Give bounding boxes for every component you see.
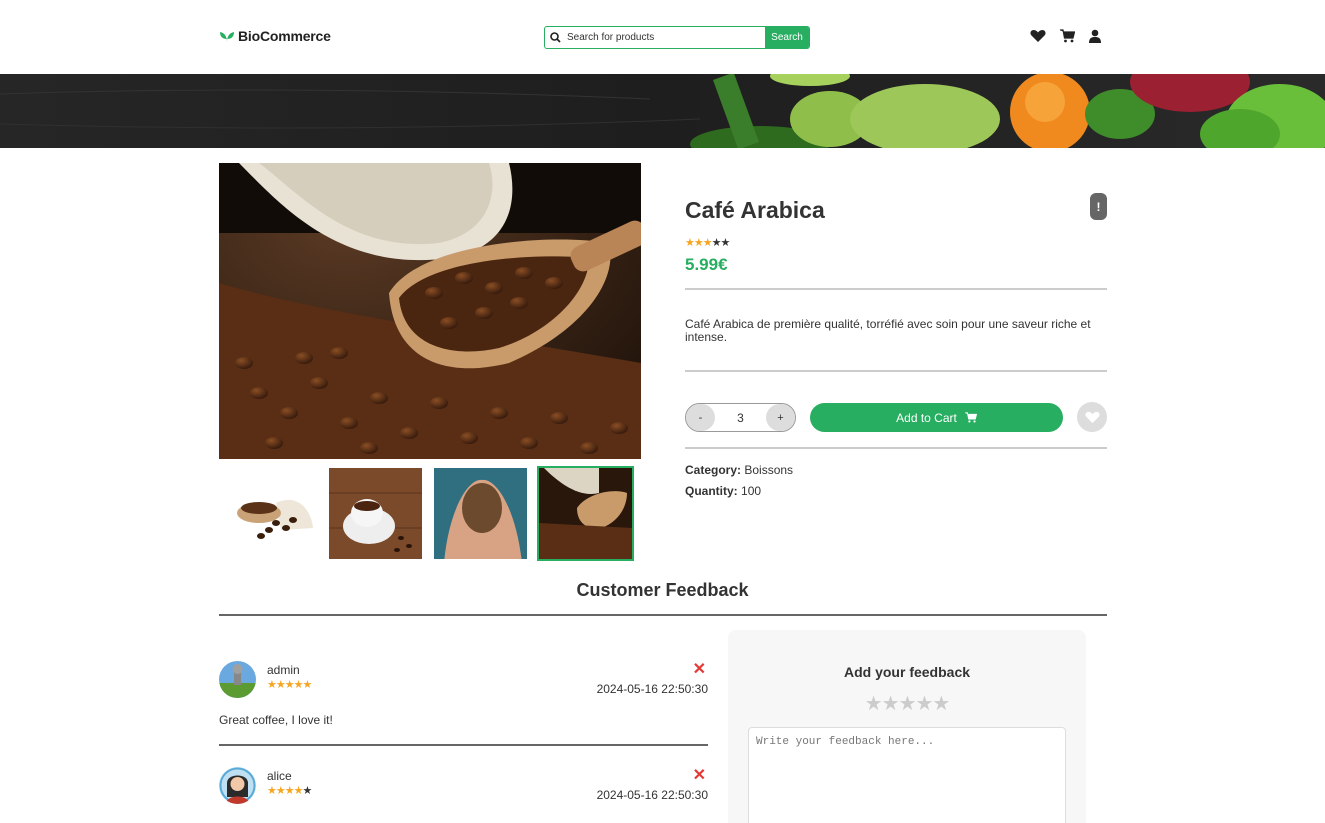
product-stock: Quantity: 100 (685, 484, 761, 498)
star-icon: ★ (267, 679, 277, 691)
review-username: alice (267, 769, 292, 783)
review-text: Great coffee, I love it! (219, 713, 333, 727)
delete-review-icon[interactable]: ✕ (693, 765, 706, 785)
product-category: Category: Boissons (685, 463, 793, 477)
add-to-cart-button[interactable]: Add to Cart (810, 403, 1063, 432)
star-icon: ★ (293, 679, 304, 691)
star-icon[interactable]: ★ (899, 693, 917, 715)
star-icon: ★ (702, 237, 713, 249)
search-icon (545, 27, 565, 48)
product-rating: ★★★★★ (685, 236, 731, 249)
review-rating: ★★★★★ (267, 784, 313, 797)
product-price: 5.99€ (685, 255, 728, 274)
review-date: 2024-05-16 22:50:30 (596, 682, 708, 696)
thumbnail-1[interactable] (219, 466, 319, 561)
hero-banner (0, 74, 1325, 148)
star-icon[interactable]: ★ (915, 693, 933, 715)
report-button[interactable]: ! (1090, 193, 1107, 220)
star-icon[interactable]: ★ (932, 693, 950, 715)
divider (219, 744, 708, 746)
search-button[interactable]: Search (765, 27, 809, 48)
quantity-label: Quantity: (685, 484, 738, 498)
heart-icon (1085, 411, 1099, 423)
star-icon: ★ (693, 237, 704, 249)
review-item: alice ★★★★★ ✕ 2024-05-16 22:50:30 (219, 767, 708, 823)
divider (685, 370, 1107, 372)
avatar (219, 767, 256, 804)
quantity-decrease-button[interactable]: - (686, 404, 715, 431)
product-title: Café Arabica (685, 197, 825, 223)
star-icon: ★ (275, 785, 286, 797)
heart-icon[interactable] (1030, 29, 1046, 48)
add-feedback-panel: Add your feedback ★★★★★ (728, 630, 1086, 823)
star-icon: ★ (293, 785, 304, 797)
feedback-textarea[interactable] (748, 727, 1066, 823)
add-to-wishlist-button[interactable] (1077, 402, 1107, 432)
thumbnail-2[interactable] (327, 466, 424, 561)
star-icon: ★ (267, 785, 277, 797)
feedback-section-title: Customer Feedback (576, 580, 749, 600)
quantity-value[interactable]: 3 (737, 411, 744, 425)
review-username: admin (267, 663, 300, 677)
delete-review-icon[interactable]: ✕ (693, 659, 706, 679)
exclamation-icon: ! (1096, 199, 1101, 214)
feedback-rating-input: ★★★★★ (728, 691, 1086, 716)
search-bar: Search (544, 26, 810, 49)
category-label: Category: (685, 463, 742, 477)
header-icons (1030, 29, 1101, 48)
add-to-cart-label: Add to Cart (896, 410, 957, 425)
user-icon[interactable] (1089, 29, 1101, 48)
cart-icon (964, 412, 977, 423)
review-rating: ★★★★★ (267, 678, 313, 691)
quantity-stock-value: 100 (741, 484, 762, 498)
thumbnail-3[interactable] (432, 466, 529, 561)
divider (685, 447, 1107, 449)
category-value: Boissons (744, 463, 794, 477)
star-icon[interactable]: ★ (865, 693, 883, 715)
quantity-stepper: - 3 + (685, 403, 796, 432)
leaf-icon (220, 32, 234, 42)
divider (685, 288, 1107, 290)
product-main-image (219, 163, 641, 459)
product-description: Café Arabica de première qualité, torréf… (685, 317, 1091, 344)
star-icon[interactable]: ★ (882, 693, 900, 715)
search-input[interactable] (565, 27, 765, 48)
star-icon: ★ (720, 237, 731, 249)
star-icon: ★ (275, 679, 286, 691)
star-icon: ★ (302, 785, 313, 797)
review-item: admin ★★★★★ ✕ 2024-05-16 22:50:30 Great … (219, 661, 708, 741)
cart-icon[interactable] (1060, 29, 1076, 48)
add-feedback-title: Add your feedback (843, 664, 971, 680)
brand-name: BioCommerce (238, 28, 331, 44)
site-header: BioCommerce Search (0, 0, 1325, 74)
thumbnail-4[interactable] (537, 466, 634, 561)
review-date: 2024-05-16 22:50:30 (596, 788, 708, 802)
star-icon: ★ (685, 237, 695, 249)
divider (219, 614, 1107, 616)
product-thumbnails (219, 466, 634, 561)
star-icon: ★ (711, 237, 722, 249)
star-icon: ★ (284, 785, 295, 797)
quantity-increase-button[interactable]: + (766, 404, 795, 431)
star-icon: ★ (302, 679, 313, 691)
vegetables-banner-image (0, 74, 1325, 148)
star-icon: ★ (284, 679, 295, 691)
avatar (219, 661, 256, 698)
brand-logo[interactable]: BioCommerce (219, 28, 331, 44)
